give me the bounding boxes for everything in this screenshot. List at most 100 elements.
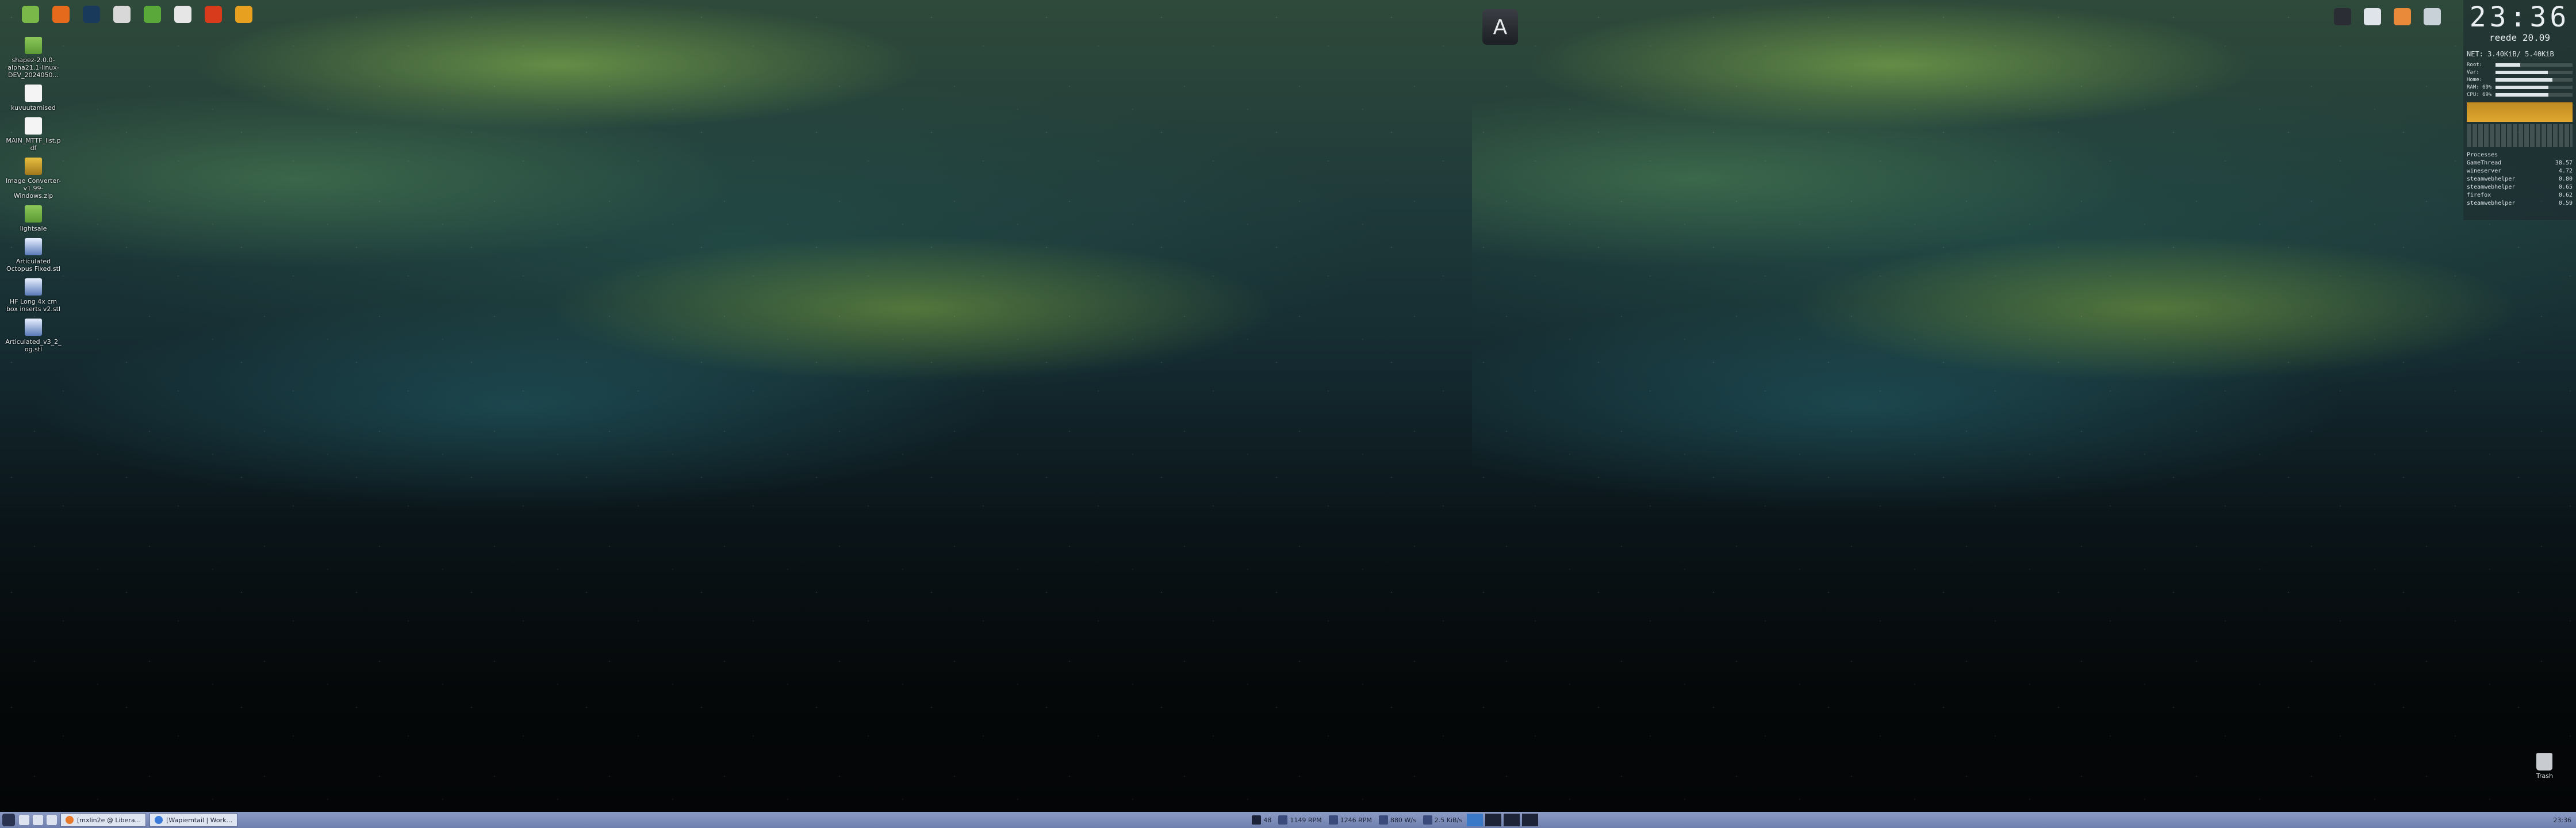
workspace-1[interactable] xyxy=(1466,814,1483,826)
processes-title: Processes xyxy=(2467,152,2498,158)
folder-icon[interactable] xyxy=(22,6,39,23)
trash[interactable]: Trash xyxy=(2536,753,2553,780)
conky-net: NET: 3.40KiB/ 5.40KiB xyxy=(2467,50,2554,58)
cpu-graph xyxy=(2467,102,2573,122)
file-icon xyxy=(25,117,42,135)
process-name: firefox xyxy=(2467,192,2491,198)
disk-plugin-value: 1246 RPM xyxy=(1340,816,1372,824)
file-manager-icon[interactable] xyxy=(113,6,131,23)
stl-model-icon xyxy=(25,238,42,255)
desktop-icon-label: lightsale xyxy=(20,225,47,232)
left-monitor-desktop: shapez-2.0.0-alpha21.1-linux-DEV_2024050… xyxy=(0,0,1472,812)
core-grid xyxy=(2467,124,2573,147)
paint-icon[interactable] xyxy=(2364,8,2381,25)
fl-studio-icon[interactable] xyxy=(235,6,252,23)
browser-launcher-icon[interactable] xyxy=(47,815,57,825)
process-name: steamwebhelper xyxy=(2467,184,2516,190)
desktop-icon[interactable]: HF Long 4x cm box inserts v2.stl xyxy=(5,278,62,313)
desktop-icon[interactable]: kuvuutamised xyxy=(5,85,62,112)
desktop-icon[interactable]: shapez-2.0.0-alpha21.1-linux-DEV_2024050… xyxy=(5,37,62,79)
trash-icon xyxy=(2536,753,2553,770)
trash-label: Trash xyxy=(2536,772,2553,780)
conky-bar-row: Home: xyxy=(2467,76,2573,83)
record-icon[interactable] xyxy=(205,6,222,23)
conky-bar-track xyxy=(2496,78,2573,82)
conky-widget: 23:36 reede 20.09 NET: 3.40KiB/ 5.40KiB … xyxy=(2463,0,2576,220)
weather-plugin-icon xyxy=(1252,815,1262,825)
task-list: [mxlin2e @ Libera... [Wapiemtail | Work..… xyxy=(59,813,239,827)
process-value: 0.59 xyxy=(2558,200,2573,206)
taskbar-window-button[interactable]: [Wapiemtail | Work... xyxy=(150,813,237,827)
desktop-icon[interactable]: MAIN_MTTF_list.pdf xyxy=(5,117,62,152)
workspace-3[interactable] xyxy=(1503,814,1520,826)
folder-icon xyxy=(25,205,42,223)
app-launcher-button[interactable]: A xyxy=(1482,9,1518,45)
net-plugin-icon xyxy=(1423,815,1432,825)
desktop-icon-label: Articulated Octopus Fixed.stl xyxy=(6,258,61,273)
process-name: steamwebhelper xyxy=(2467,200,2516,206)
process-value: 0.80 xyxy=(2558,176,2573,182)
desktop-icon[interactable]: Articulated_v3_2_og.stl xyxy=(5,319,62,353)
stars-overlay xyxy=(0,0,1472,812)
panel-clock[interactable]: 23:36 xyxy=(2553,816,2571,824)
desktop-icon-label: Articulated_v3_2_og.stl xyxy=(5,338,62,353)
files-launcher-icon[interactable] xyxy=(33,815,43,825)
conky-bar-track xyxy=(2496,70,2573,74)
desktop-icon-label: shapez-2.0.0-alpha21.1-linux-DEV_2024050… xyxy=(7,56,59,79)
desktop-icon[interactable]: Image Converter-v1.99-Windows.zip xyxy=(5,158,62,200)
power-plugin-icon xyxy=(1378,815,1388,825)
workspace-4[interactable] xyxy=(1521,814,1538,826)
weather-plugin-value: 48 xyxy=(1263,816,1272,824)
fan-plugin[interactable]: 1149 RPM xyxy=(1278,815,1322,825)
weather-plugin[interactable]: 48 xyxy=(1252,815,1271,825)
conky-bar-track xyxy=(2496,63,2573,67)
stl-model-icon xyxy=(25,319,42,336)
window-icon[interactable] xyxy=(2424,8,2441,25)
conky-bar-label: RAM: 69% xyxy=(2467,84,2492,90)
desktop-icon-label: Image Converter-v1.99-Windows.zip xyxy=(6,177,61,200)
fan-plugin-value: 1149 RPM xyxy=(1290,816,1322,824)
conky-bar-label: Root: xyxy=(2467,62,2483,68)
archive-icon xyxy=(25,158,42,175)
obs-icon[interactable] xyxy=(174,6,191,23)
desktop-icon-label: kuvuutamised xyxy=(11,104,56,112)
process-name: GameThread xyxy=(2467,160,2502,166)
disk-plugin[interactable]: 1246 RPM xyxy=(1328,815,1372,825)
desktop-icon[interactable]: lightsale xyxy=(5,205,62,232)
conky-bar-row: RAM: 69% xyxy=(2467,84,2573,90)
taskbar-window-button[interactable]: [mxlin2e @ Libera... xyxy=(60,813,147,827)
net-plugin[interactable]: 2.5 KiB/s xyxy=(1423,815,1462,825)
settings-gear-icon[interactable] xyxy=(2394,8,2411,25)
firefox-icon[interactable] xyxy=(52,6,70,23)
conky-bar-label: CPU: 69% xyxy=(2467,91,2492,98)
fan-plugin-icon xyxy=(1278,815,1288,825)
desktop-icon[interactable]: Articulated Octopus Fixed.stl xyxy=(5,238,62,273)
conky-clock: 23:36 xyxy=(2469,1,2570,33)
steam-icon[interactable] xyxy=(83,6,100,23)
process-row: wineserver 4.72 xyxy=(2467,167,2573,175)
panel-plugins: 48 1149 RPM 1246 RPM 880 W/s 2.5 KiB/s xyxy=(1248,815,1466,825)
folder-icon xyxy=(25,37,42,54)
conky-bar-fill xyxy=(2496,63,2520,67)
start-menu-button[interactable] xyxy=(2,814,15,826)
minecraft-icon[interactable] xyxy=(144,6,161,23)
desktop-icon-label: MAIN_MTTF_list.pdf xyxy=(6,137,61,152)
process-row: steamwebhelper 0.80 xyxy=(2467,175,2573,183)
conky-bar-fill xyxy=(2496,85,2549,89)
terminal-launcher-icon[interactable] xyxy=(19,815,29,825)
process-name: wineserver xyxy=(2467,168,2502,174)
workspace-2[interactable] xyxy=(1485,814,1501,826)
desktop-icons: shapez-2.0.0-alpha21.1-linux-DEV_2024050… xyxy=(5,37,62,359)
net-plugin-value: 2.5 KiB/s xyxy=(1434,816,1462,824)
bottom-panel: [mxlin2e @ Libera... [Wapiemtail | Work..… xyxy=(0,812,2576,828)
power-plugin[interactable]: 880 W/s xyxy=(1378,815,1416,825)
desktop-icon-label: HF Long 4x cm box inserts v2.stl xyxy=(6,298,61,313)
window-title: [Wapiemtail | Work... xyxy=(166,816,232,824)
conky-bar-track xyxy=(2496,93,2573,97)
clapperboard-icon[interactable] xyxy=(2334,8,2351,25)
process-value: 0.65 xyxy=(2558,184,2573,190)
conky-bar-label: Var: xyxy=(2467,69,2479,75)
tray-icons xyxy=(2334,8,2441,25)
process-row: steamwebhelper 0.59 xyxy=(2467,200,2573,208)
process-name: steamwebhelper xyxy=(2467,176,2516,182)
